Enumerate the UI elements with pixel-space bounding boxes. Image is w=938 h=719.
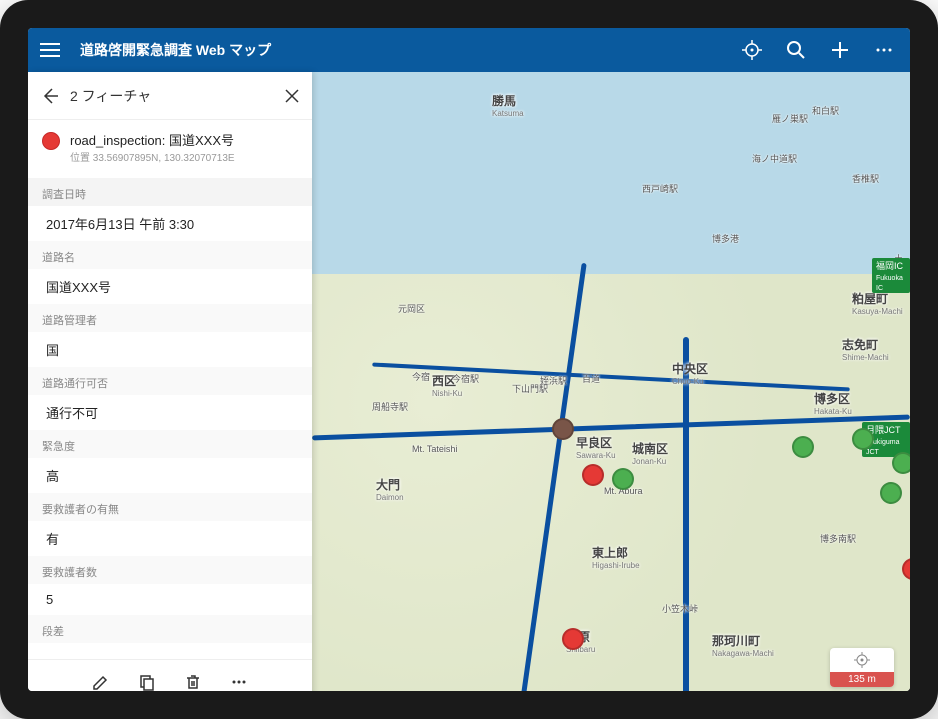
attr-label: 道路名: [28, 241, 312, 269]
feature-symbol-icon: [42, 132, 60, 150]
attribute-list: 調査日時2017年6月13日 午前 3:30道路名国道XXX号道路管理者国道路通…: [28, 174, 312, 659]
delete-icon[interactable]: [179, 668, 207, 692]
attr-label: 調査日時: [28, 178, 312, 206]
attr-value[interactable]: [28, 643, 312, 659]
map-canvas[interactable]: 勝馬Katsuma西区Nishi-Ku早良区Sawara-Ku城南区Jonan-…: [312, 72, 910, 691]
search-icon[interactable]: [778, 32, 814, 68]
map-feature-point[interactable]: [880, 482, 902, 504]
app-title: 道路啓開緊急調査 Web マップ: [80, 40, 734, 60]
attr-value[interactable]: 2017年6月13日 午前 3:30: [28, 206, 312, 241]
attr-label: 要救護者の有無: [28, 493, 312, 521]
attr-value[interactable]: 高: [28, 458, 312, 493]
attr-label: 道路通行可否: [28, 367, 312, 395]
add-icon[interactable]: [822, 32, 858, 68]
scale-bar[interactable]: 135 m: [830, 648, 894, 687]
station-label: 雁ノ巣駅: [772, 112, 808, 125]
feature-count-label: 2 フィーチャ: [70, 86, 284, 106]
gps-icon: [853, 651, 871, 669]
station-label: 香椎駅: [852, 172, 879, 185]
district-label: 粕屋町Kasuya-Machi: [852, 290, 903, 316]
close-icon[interactable]: [284, 88, 300, 104]
attr-label: 道路管理者: [28, 304, 312, 332]
panel-toolbar: [28, 659, 312, 691]
feature-location: 位置 33.56907895N, 130.32070713E: [70, 149, 235, 164]
attr-value[interactable]: 国道XXX号: [28, 269, 312, 304]
station-label: 博多港: [712, 232, 739, 245]
district-label: 東上郎Higashi-Irube: [592, 544, 640, 570]
district-label: 早良区Sawara-Ku: [576, 434, 616, 460]
feature-title: road_inspection: 国道XXX号: [70, 130, 235, 149]
station-label: 百道: [582, 372, 600, 385]
highway-label: 福岡ICFukuoka IC: [872, 258, 910, 293]
attr-value[interactable]: 通行不可: [28, 395, 312, 430]
copy-icon[interactable]: [133, 668, 161, 692]
station-label: 和白駅: [812, 104, 839, 117]
station-label: 博多南駅: [820, 532, 856, 545]
hamburger-menu-icon[interactable]: [36, 43, 64, 57]
station-label: 元岡区: [398, 302, 425, 315]
attr-label: 要救護者数: [28, 556, 312, 584]
attr-value[interactable]: 5: [28, 584, 312, 615]
panel-more-icon[interactable]: [225, 668, 253, 692]
map-feature-point[interactable]: [552, 418, 574, 440]
district-label: 中央区Chuo-Ku: [672, 360, 708, 386]
map-feature-point[interactable]: [852, 428, 874, 450]
station-label: 西戸崎駅: [642, 182, 678, 195]
map-feature-point[interactable]: [892, 452, 910, 474]
scale-text: 135 m: [830, 672, 894, 687]
edit-icon[interactable]: [87, 668, 115, 692]
map-feature-point[interactable]: [792, 436, 814, 458]
attr-label: 段差: [28, 615, 312, 643]
station-label: 周船寺駅: [372, 400, 408, 413]
app-titlebar: 道路啓開緊急調査 Web マップ: [28, 28, 910, 72]
attr-value[interactable]: 国: [28, 332, 312, 367]
feature-panel: 2 フィーチャ road_inspection: 国道XXX号 位置 33.56…: [28, 72, 312, 691]
district-label: 那珂川町Nakagawa-Machi: [712, 632, 774, 658]
district-label: 志免町Shime-Machi: [842, 336, 889, 362]
station-label: 小笠木峠: [662, 602, 698, 615]
map-feature-point[interactable]: [562, 628, 584, 650]
more-icon[interactable]: [866, 32, 902, 68]
locate-icon[interactable]: [734, 32, 770, 68]
map-feature-point[interactable]: [612, 468, 634, 490]
station-label: 下山門駅: [512, 382, 548, 395]
station-label: Mt. Tateishi: [412, 444, 457, 454]
district-label: 勝馬Katsuma: [492, 92, 524, 118]
station-label: 今宿駅: [452, 372, 479, 385]
station-label: 今宿: [412, 370, 430, 383]
district-label: 大門Daimon: [376, 476, 404, 502]
district-label: 博多区Hakata-Ku: [814, 390, 852, 416]
station-label: 海ノ中道駅: [752, 152, 797, 165]
feature-header: road_inspection: 国道XXX号 位置 33.56907895N,…: [28, 120, 312, 174]
map-feature-point[interactable]: [582, 464, 604, 486]
district-label: 城南区Jonan-Ku: [632, 440, 668, 466]
attr-label: 緊急度: [28, 430, 312, 458]
back-icon[interactable]: [40, 86, 60, 106]
attr-value[interactable]: 有: [28, 521, 312, 556]
